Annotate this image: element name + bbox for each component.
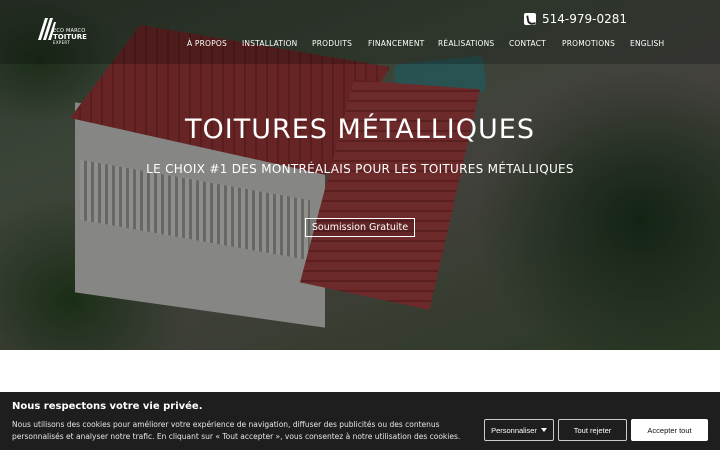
customize-label: Personnaliser (491, 425, 537, 435)
phone-link[interactable]: 514-979-0281 (524, 11, 627, 27)
hero-subtitle: LE CHOIX #1 DES MONTRÉALAIS POUR LES TOI… (146, 162, 574, 176)
nav-item-realisations[interactable]: RÉALISATIONS (438, 39, 494, 48)
chevron-down-icon (540, 428, 547, 432)
main-navigation: À PROPOS INSTALLATION PRODUITS FINANCEME… (0, 39, 720, 51)
phone-icon (524, 13, 536, 25)
nav-item-english[interactable]: ENGLISH (630, 39, 664, 48)
cookie-text: Nous utilisons des cookies pour améliore… (12, 420, 461, 441)
hero-title: TOITURES MÉTALLIQUES (185, 114, 535, 145)
cookie-banner: Nous respectons votre vie privée. Nous u… (0, 392, 720, 450)
nav-item-produits[interactable]: PRODUITS (312, 39, 352, 48)
reject-all-button[interactable]: Tout rejeter (558, 419, 627, 441)
free-quote-button[interactable]: Soumission Gratuite (305, 218, 415, 237)
nav-item-financement[interactable]: FINANCEMENT (368, 39, 424, 48)
nav-item-promotions[interactable]: PROMOTIONS (562, 39, 615, 48)
accept-all-button[interactable]: Accepter tout (631, 419, 708, 441)
customize-cookies-button[interactable]: Personnaliser (484, 419, 554, 441)
phone-number: 514-979-0281 (542, 12, 628, 26)
nav-item-contact[interactable]: CONTACT (509, 39, 546, 48)
nav-item-a-propos[interactable]: À PROPOS (187, 39, 227, 48)
site-header: ECO MARCO TOITURE EXPERT 514-979-0281 À … (0, 0, 720, 64)
nav-item-installation[interactable]: INSTALLATION (242, 39, 298, 48)
cookie-title: Nous respectons votre vie privée. (12, 401, 203, 412)
